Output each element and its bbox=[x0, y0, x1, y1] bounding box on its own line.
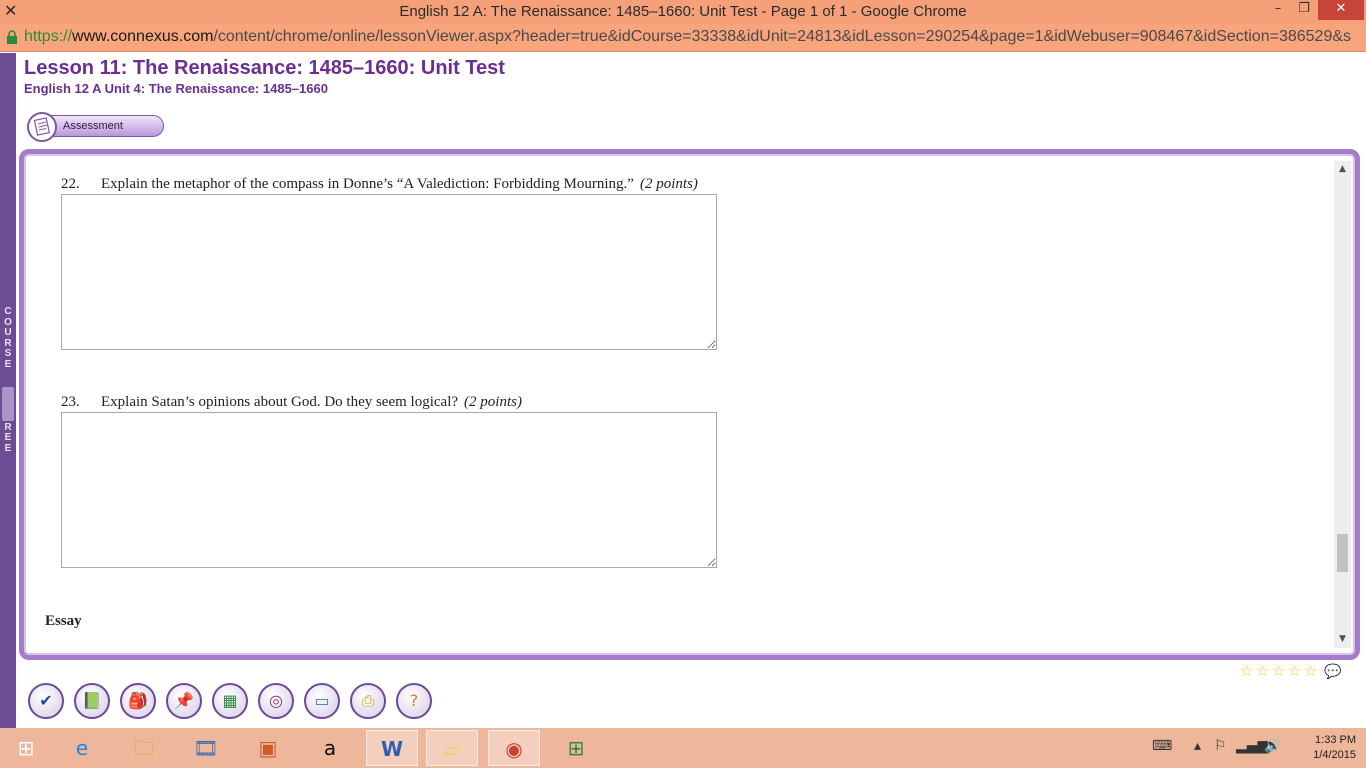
assessment-content: 22. Explain the metaphor of the compass i… bbox=[31, 161, 1334, 648]
assessment-tab-label: Assessment bbox=[63, 120, 123, 132]
question-23: 23. Explain Satan’s opinions about God. D… bbox=[61, 394, 522, 411]
store-icon[interactable]: ⊞ bbox=[550, 730, 602, 766]
course-tree-label: COURSETREE bbox=[4, 306, 12, 454]
photo-icon[interactable]: ▣ bbox=[242, 730, 294, 766]
maximize-button[interactable]: ❐ bbox=[1292, 0, 1316, 20]
star-icon[interactable]: ☆ bbox=[1272, 662, 1288, 680]
question-points: (2 points) bbox=[639, 176, 698, 192]
clock-time: 1:33 PM bbox=[1315, 734, 1356, 746]
page-subtitle: English 12 A Unit 4: The Renaissance: 14… bbox=[24, 81, 328, 96]
page-title: Lesson 11: The Renaissance: 1485–1660: U… bbox=[24, 57, 505, 79]
rating-widget: ☆ ☆ ☆ ☆ ☆ 💬 bbox=[1240, 662, 1341, 680]
book-icon[interactable]: 📗 bbox=[74, 683, 110, 719]
system-tray: ⌨ ▴ ⚐ ▂▄▆ 🔊 1:33 PM 1/4/2015 bbox=[1150, 728, 1366, 768]
target-icon[interactable]: ◎ bbox=[258, 683, 294, 719]
answer-field-23[interactable] bbox=[61, 412, 717, 568]
start-icon[interactable]: ⊞ bbox=[0, 730, 52, 766]
volume-icon[interactable]: 🔊 bbox=[1264, 738, 1281, 754]
url-text[interactable]: https://www.connexus.com/content/chrome/… bbox=[24, 28, 1364, 46]
question-points: (2 points) bbox=[464, 394, 522, 410]
calculator-icon[interactable]: ▦ bbox=[212, 683, 248, 719]
answer-field-22[interactable] bbox=[61, 194, 717, 350]
page-content: COURSETREE Lesson 11: The Renaissance: 1… bbox=[0, 53, 1366, 728]
question-number: 23. bbox=[61, 394, 80, 410]
address-bar[interactable]: https://www.connexus.com/content/chrome/… bbox=[0, 24, 1366, 52]
taskbar: ⊞ e 🗀 🎞 ▣ a W ▱ ◉ ⊞ ⌨ ▴ ⚐ ▂▄▆ 🔊 1:33 PM 1/4/2015 bbox=[0, 728, 1366, 768]
question-text: Explain the metaphor of the compass in D… bbox=[101, 176, 634, 192]
printer-icon[interactable]: ⎙ bbox=[350, 683, 386, 719]
content-scrollbar[interactable]: ▲ ▼ bbox=[1334, 161, 1351, 648]
sticky-notes-icon[interactable]: ▱ bbox=[426, 730, 478, 766]
file-explorer-icon[interactable]: 🗀 bbox=[118, 730, 170, 766]
close-button[interactable]: ✕ bbox=[1318, 0, 1364, 20]
star-icon[interactable]: ☆ bbox=[1288, 662, 1304, 680]
url-path: /content/chrome/online/lessonViewer.aspx… bbox=[213, 28, 1352, 45]
scroll-up-arrow-icon[interactable]: ▲ bbox=[1334, 161, 1351, 178]
checkmark-icon[interactable]: ✔ bbox=[28, 683, 64, 719]
amazon-icon[interactable]: a bbox=[304, 730, 356, 766]
window-title: English 12 A: The Renaissance: 1485–1660… bbox=[399, 3, 967, 20]
monitor-icon[interactable]: ▭ bbox=[304, 683, 340, 719]
comment-icon[interactable]: 💬 bbox=[1324, 664, 1341, 680]
help-icon[interactable]: ? bbox=[396, 683, 432, 719]
chrome-icon[interactable]: ◉ bbox=[488, 730, 540, 766]
assessment-frame: 22. Explain the metaphor of the compass i… bbox=[19, 149, 1360, 660]
window-titlebar: ✕ English 12 A: The Renaissance: 1485–16… bbox=[0, 0, 1366, 24]
url-host: www.connexus.com bbox=[72, 28, 214, 45]
question-text: Explain Satan’s opinions about God. Do t… bbox=[101, 394, 459, 410]
media-icon[interactable]: 🎞 bbox=[180, 730, 232, 766]
question-22: 22. Explain the metaphor of the compass i… bbox=[61, 176, 698, 193]
assessment-icon bbox=[27, 112, 57, 142]
minimize-button[interactable]: – bbox=[1266, 0, 1290, 20]
assessment-tab[interactable]: Assessment bbox=[27, 112, 164, 142]
scrollbar-thumb[interactable] bbox=[1337, 534, 1348, 572]
clock[interactable]: 1:33 PM 1/4/2015 bbox=[1313, 733, 1356, 763]
keyboard-icon[interactable]: ⌨ bbox=[1152, 738, 1172, 754]
lock-icon bbox=[7, 30, 17, 44]
scroll-down-arrow-icon[interactable]: ▼ bbox=[1334, 631, 1351, 648]
pushpin-icon[interactable]: 📌 bbox=[166, 683, 202, 719]
clock-date: 1/4/2015 bbox=[1313, 749, 1356, 761]
backpack-icon[interactable]: 🎒 bbox=[120, 683, 156, 719]
course-tree-toggle[interactable] bbox=[2, 387, 14, 421]
star-icon[interactable]: ☆ bbox=[1304, 662, 1320, 680]
url-scheme: https:// bbox=[24, 28, 73, 45]
essay-heading: Essay bbox=[45, 613, 82, 629]
star-icon[interactable]: ☆ bbox=[1240, 662, 1256, 680]
course-tree-sidebar[interactable]: COURSETREE bbox=[0, 53, 16, 728]
question-number: 22. bbox=[61, 176, 80, 192]
show-hidden-icons-icon[interactable]: ▴ bbox=[1194, 738, 1201, 754]
internet-explorer-icon[interactable]: e bbox=[56, 730, 108, 766]
word-icon[interactable]: W bbox=[366, 730, 418, 766]
flag-icon[interactable]: ⚐ bbox=[1214, 738, 1227, 754]
star-icon[interactable]: ☆ bbox=[1256, 662, 1272, 680]
